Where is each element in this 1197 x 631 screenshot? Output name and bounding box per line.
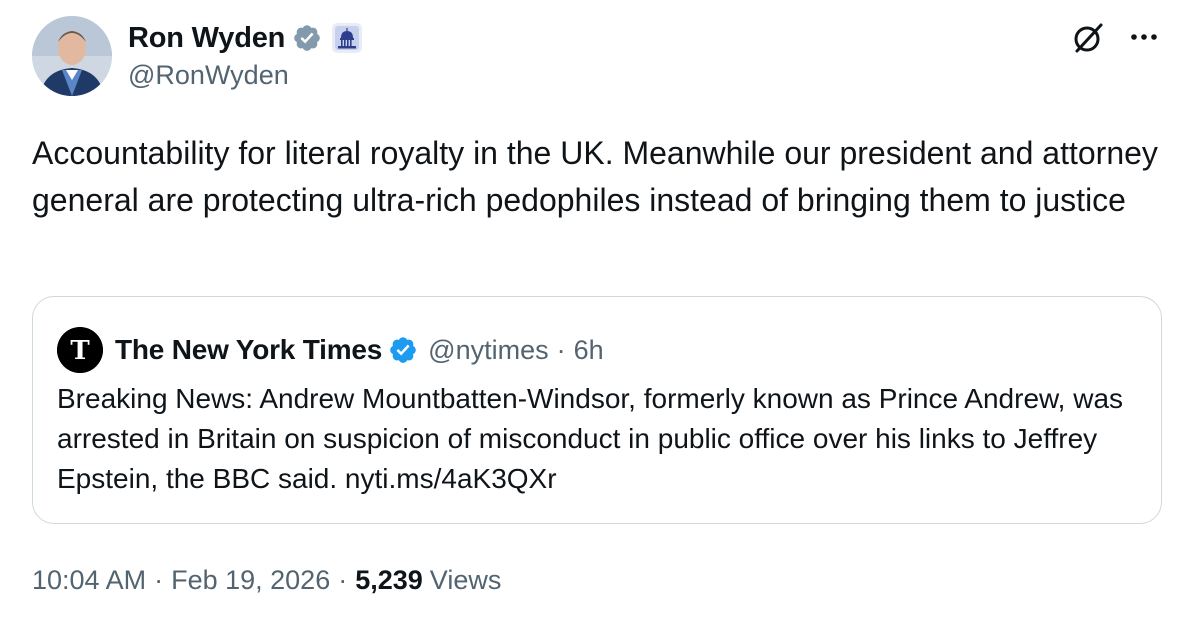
tweet-time[interactable]: 10:04 AM [32, 565, 146, 596]
quoted-tweet[interactable]: T The New York Times @nytimes · 6h Break… [32, 296, 1162, 524]
author-handle[interactable]: @RonWyden [128, 60, 289, 91]
author-name-row: Ron Wyden [128, 18, 363, 58]
quote-author-handle[interactable]: @nytimes [428, 335, 548, 366]
quote-separator: · [556, 334, 566, 365]
svg-text:T: T [70, 336, 90, 366]
capitol-icon[interactable] [332, 23, 363, 53]
author-name[interactable]: Ron Wyden [128, 22, 285, 55]
views-label[interactable]: Views [430, 565, 502, 596]
more-icon[interactable] [1124, 22, 1164, 52]
meta-separator: · [338, 564, 348, 595]
avatar-image [32, 16, 112, 96]
meta-separator: · [154, 564, 164, 595]
quote-timestamp[interactable]: 6h [574, 335, 604, 366]
quote-text: Breaking News: Andrew Mountbatten-Windso… [57, 383, 1124, 494]
quote-header: The New York Times @nytimes · 6h [115, 327, 604, 373]
verified-blue-icon [390, 337, 416, 363]
nytimes-logo-icon[interactable]: T [57, 327, 103, 373]
author-avatar[interactable] [32, 16, 112, 96]
tweet-text: Accountability for literal royalty in th… [32, 135, 1158, 218]
tweet-date[interactable]: Feb 19, 2026 [171, 565, 330, 596]
tweet-meta: 10:04 AM · Feb 19, 2026 · 5,239 Views [32, 562, 501, 598]
tweet-card: Ron Wyden @RonWyden Accountability for l… [0, 0, 1197, 631]
quote-author-name[interactable]: The New York Times [115, 334, 382, 366]
verified-gray-icon[interactable] [292, 23, 322, 53]
views-count[interactable]: 5,239 [355, 565, 423, 596]
grok-icon[interactable] [1068, 18, 1108, 58]
